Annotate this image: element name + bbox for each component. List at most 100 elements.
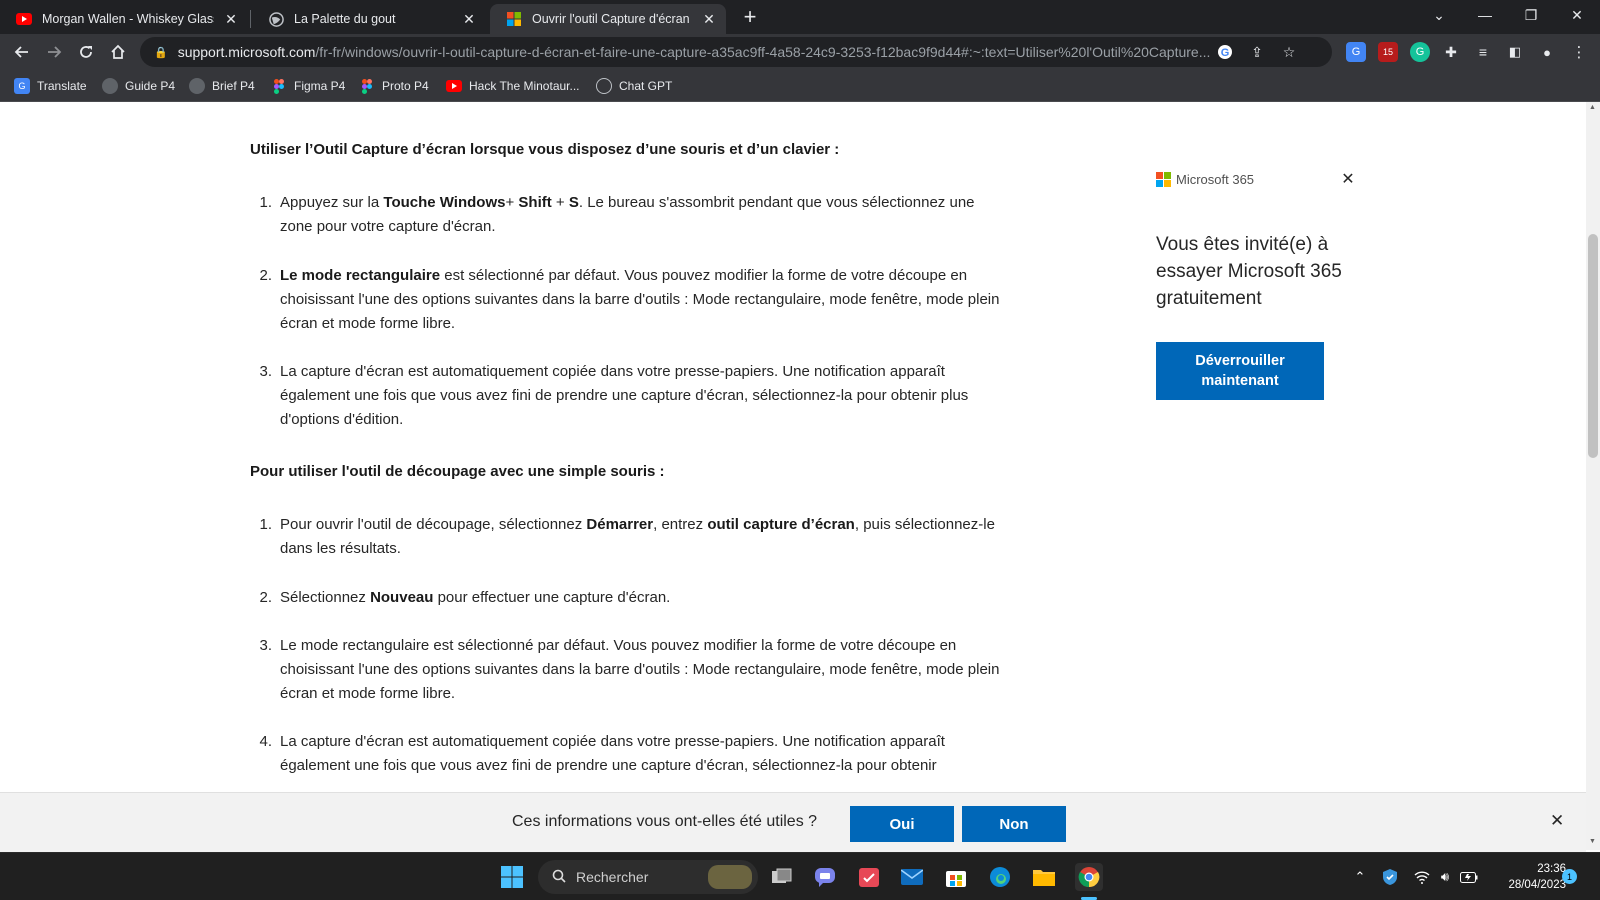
scrollbar-thumb[interactable] xyxy=(1588,234,1598,458)
bookmark-label: Hack The Minotaur... xyxy=(469,79,580,93)
yes-button[interactable]: Oui xyxy=(850,806,954,842)
microsoft-store-icon[interactable] xyxy=(942,863,970,891)
tab-palette[interactable]: La Palette du gout ✕ xyxy=(252,4,486,34)
bookmark-brief-p4[interactable]: Brief P4 xyxy=(189,76,255,96)
new-tab-button[interactable]: + xyxy=(738,6,762,30)
feedback-bar: Ces informations vous ont-elles été util… xyxy=(0,792,1586,852)
security-shield-icon[interactable] xyxy=(1381,868,1399,886)
lock-icon[interactable]: 🔒 xyxy=(154,46,168,59)
restore-button[interactable]: ❐ xyxy=(1508,0,1554,30)
reading-list-icon[interactable]: ≡ xyxy=(1473,42,1493,62)
list-number: 1. xyxy=(259,194,272,211)
tab-strip: Morgan Wallen - Whiskey Glasses ✕ La Pal… xyxy=(0,0,1600,34)
clock-time: 23:36 xyxy=(1537,863,1566,875)
reload-button[interactable] xyxy=(72,38,100,66)
bookmark-guide-p4[interactable]: Guide P4 xyxy=(102,76,175,96)
share-icon[interactable]: ⇪ xyxy=(1248,43,1266,61)
close-window-button[interactable]: ✕ xyxy=(1554,0,1600,30)
page-scrollbar[interactable]: ▲ ▼ xyxy=(1586,102,1600,850)
list-item: 2. Sélectionnez Nouveau pour effectuer u… xyxy=(259,586,1006,610)
extension-badge-icon[interactable]: 15 xyxy=(1378,42,1398,62)
file-explorer-icon[interactable] xyxy=(1030,863,1058,891)
bookmark-label: Guide P4 xyxy=(125,79,176,93)
list-number: 3. xyxy=(259,637,272,654)
chatgpt-icon xyxy=(596,78,612,94)
close-promo-icon[interactable]: ✕ xyxy=(1340,172,1356,188)
bookmark-label: Figma P4 xyxy=(294,79,346,93)
taskbar-search[interactable]: Rechercher xyxy=(538,860,758,894)
unlock-now-button[interactable]: Déverrouiller maintenant xyxy=(1156,342,1324,400)
edge-browser-icon[interactable] xyxy=(986,863,1014,891)
list-item: 1. Appuyez sur la Touche Windows+ Shift … xyxy=(259,191,1006,239)
microsoft-icon xyxy=(506,11,522,27)
bookmark-star-icon[interactable]: ☆ xyxy=(1280,43,1298,61)
list-item: 1. Pour ouvrir l'outil de découpage, sél… xyxy=(259,513,1006,561)
google-lens-icon[interactable]: G xyxy=(1216,43,1234,61)
youtube-icon xyxy=(16,11,32,27)
menu-kebab-icon[interactable]: ⋮ xyxy=(1569,42,1589,62)
microsoft-logo-icon xyxy=(1156,172,1171,187)
tab-search-icon[interactable]: ⌄ xyxy=(1416,0,1462,30)
list-item: 4. La capture d'écran est automatiquemen… xyxy=(259,730,1006,778)
translate-extension-icon[interactable]: G xyxy=(1346,42,1366,62)
tab-microsoft-support[interactable]: Ouvrir l'outil Capture d'écran et f ✕ xyxy=(490,4,726,34)
search-placeholder: Rechercher xyxy=(576,869,649,885)
wifi-icon[interactable] xyxy=(1413,868,1431,886)
microsoft-365-promo: Microsoft 365 ✕ Vous êtes invité(e) à es… xyxy=(1156,172,1376,400)
search-highlight-icon xyxy=(708,865,752,889)
bookmarks-bar: G Translate Guide P4 Brief P4 Figma P4 P… xyxy=(0,70,1600,102)
back-button[interactable] xyxy=(8,38,36,66)
bookmark-proto-p4[interactable]: Proto P4 xyxy=(359,76,429,96)
profile-icon[interactable]: ● xyxy=(1537,42,1557,62)
close-tab-icon[interactable]: ✕ xyxy=(700,10,718,28)
bookmark-label: Translate xyxy=(37,79,87,93)
tab-title: Morgan Wallen - Whiskey Glasses xyxy=(42,12,214,26)
search-icon xyxy=(552,869,566,886)
close-tab-icon[interactable]: ✕ xyxy=(460,10,478,28)
bookmark-label: Brief P4 xyxy=(212,79,255,93)
list-item: 3. La capture d'écran est automatiquemen… xyxy=(259,360,1006,432)
volume-icon[interactable]: 🔊︎ xyxy=(1436,868,1454,886)
bookmark-translate[interactable]: G Translate xyxy=(14,76,87,96)
bookmark-label: Chat GPT xyxy=(619,79,673,93)
teams-chat-icon[interactable] xyxy=(811,863,839,891)
tab-title: La Palette du gout xyxy=(294,12,396,26)
list-number: 4. xyxy=(259,733,272,750)
no-button[interactable]: Non xyxy=(962,806,1066,842)
section-heading: Pour utiliser l'outil de découpage avec … xyxy=(250,463,665,480)
home-button[interactable] xyxy=(104,38,132,66)
mail-icon[interactable] xyxy=(898,863,926,891)
grammarly-icon[interactable]: G xyxy=(1410,42,1430,62)
notification-badge[interactable]: 1 xyxy=(1562,869,1577,884)
bookmark-figma-p4[interactable]: Figma P4 xyxy=(271,76,345,96)
show-hidden-icons-icon[interactable]: ⌃ xyxy=(1351,868,1369,886)
tab-youtube[interactable]: Morgan Wallen - Whiskey Glasses ✕ xyxy=(0,4,248,34)
translate-icon: G xyxy=(14,78,30,94)
extension-badge-count: 15 xyxy=(1382,47,1393,57)
calendar-app-icon[interactable] xyxy=(855,863,883,891)
scroll-up-arrow-icon[interactable]: ▲ xyxy=(1589,104,1596,111)
promo-brand: Microsoft 365 xyxy=(1176,172,1255,187)
list-number: 2. xyxy=(259,267,272,284)
start-button[interactable] xyxy=(498,863,526,891)
close-tab-icon[interactable]: ✕ xyxy=(222,10,240,28)
youtube-icon xyxy=(446,78,462,94)
minimize-button[interactable]: — xyxy=(1462,0,1508,30)
bookmark-hack-the-minotaur[interactable]: Hack The Minotaur... xyxy=(446,76,580,96)
task-view-icon[interactable] xyxy=(768,863,796,891)
chrome-icon[interactable] xyxy=(1075,863,1103,891)
system-clock[interactable]: 23:36 28/04/2023 xyxy=(1490,861,1566,893)
tab-title: Ouvrir l'outil Capture d'écran et f xyxy=(532,12,692,26)
tab-divider xyxy=(250,10,251,28)
section-heading: Utiliser l’Outil Capture d’écran lorsque… xyxy=(250,141,840,158)
battery-icon[interactable] xyxy=(1460,868,1478,886)
scroll-down-arrow-icon[interactable]: ▼ xyxy=(1589,838,1596,845)
bookmark-chat-gpt[interactable]: Chat GPT xyxy=(596,76,672,96)
address-bar[interactable]: 🔒 support.microsoft.com/fr-fr/windows/ou… xyxy=(140,37,1332,67)
forward-button[interactable] xyxy=(40,38,68,66)
extensions-puzzle-icon[interactable]: ✚ xyxy=(1441,42,1461,62)
globe-icon xyxy=(189,78,205,94)
close-feedback-icon[interactable]: ✕ xyxy=(1550,811,1564,831)
side-panel-icon[interactable]: ◧ xyxy=(1505,42,1525,62)
list-item: 3. Le mode rectangulaire est sélectionné… xyxy=(259,634,1006,706)
